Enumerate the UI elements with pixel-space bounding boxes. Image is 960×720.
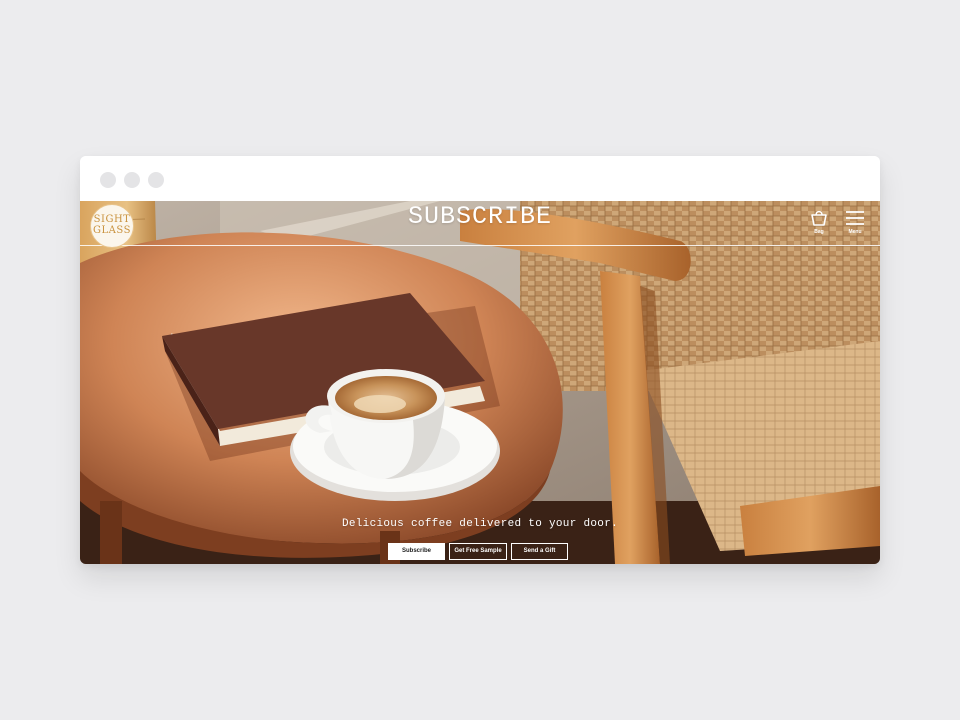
hero-tagline: Delicious coffee delivered to your door. [341, 518, 619, 530]
header-divider [80, 245, 880, 246]
subscribe-button[interactable]: Subscribe [388, 543, 445, 560]
hamburger-menu-icon [846, 211, 864, 225]
zoom-window-button[interactable] [148, 172, 164, 188]
menu-button[interactable]: Menu [840, 209, 870, 235]
browser-window: SIGHT GLASS SUBSCRIBE Bag Menu Delicious… [80, 156, 880, 564]
logo-line-2: GLASS [93, 225, 131, 236]
bag-button[interactable]: Bag [804, 209, 834, 235]
close-window-button[interactable] [100, 172, 116, 188]
send-gift-button[interactable]: Send a Gift [511, 543, 568, 560]
menu-label: Menu [848, 229, 862, 235]
bag-icon [811, 210, 827, 226]
logo-line-1: SIGHT [93, 214, 131, 225]
page-viewport: SIGHT GLASS SUBSCRIBE Bag Menu Delicious… [80, 201, 880, 564]
free-sample-button[interactable]: Get Free Sample [449, 543, 507, 560]
bag-label: Bag [814, 229, 824, 235]
minimize-window-button[interactable] [124, 172, 140, 188]
sightglass-logo[interactable]: SIGHT GLASS [90, 204, 134, 248]
hero-photo [80, 201, 880, 564]
page-title: SUBSCRIBE [407, 202, 553, 231]
browser-titlebar [80, 156, 880, 201]
